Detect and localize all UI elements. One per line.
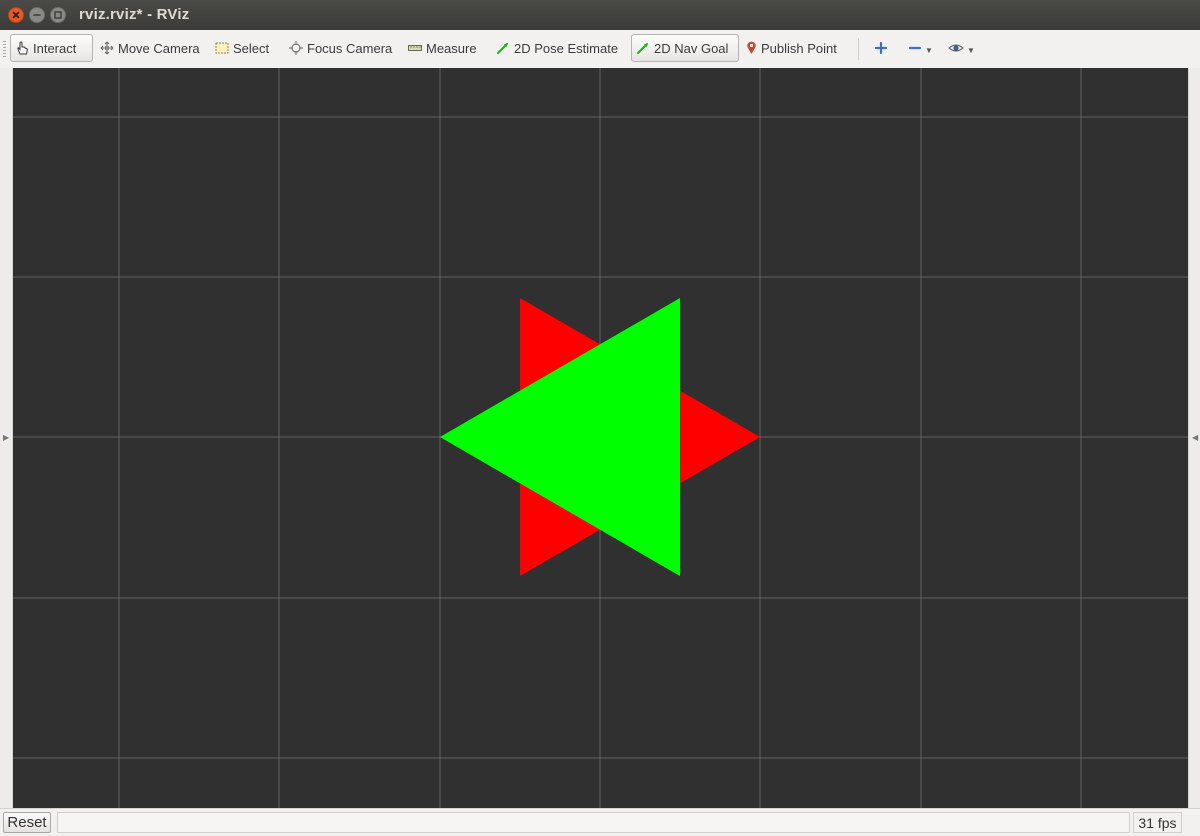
green-arrow-icon [636, 41, 650, 55]
tool-2d-nav-goal[interactable]: 2D Nav Goal [631, 34, 739, 62]
focus-camera-icon [289, 41, 303, 55]
chevron-down-icon: ▼ [925, 45, 933, 55]
right-dock-handle[interactable]: ◀ [1188, 68, 1200, 808]
tool-measure-label: Measure [426, 40, 477, 56]
toolbar-grip[interactable] [3, 41, 6, 57]
chevron-down-icon: ▼ [967, 45, 975, 55]
render-canvas[interactable] [13, 68, 1188, 808]
tool-select-label: Select [233, 40, 270, 56]
render-panel: ▶ ◀ [0, 68, 1200, 808]
tool-2d-pose-estimate[interactable]: 2D Pose Estimate [492, 34, 622, 62]
left-dock-handle[interactable]: ▶ [0, 68, 13, 808]
tool-2d-pose-estimate-label: 2D Pose Estimate [514, 40, 619, 56]
status-bar: Reset 31 fps [0, 808, 1200, 836]
select-icon [215, 41, 229, 55]
remove-tool-icon [908, 46, 922, 50]
tools-toolbar: Interact Move Camera Select Focus Camera… [0, 30, 1200, 69]
map-pin-icon [746, 41, 757, 55]
tool-2d-nav-goal-label: 2D Nav Goal [654, 40, 729, 56]
tool-select[interactable]: Select [211, 34, 273, 62]
expand-right-icon: ▶ [3, 433, 10, 442]
add-tool-button[interactable] [874, 39, 888, 57]
close-window-button[interactable] [8, 7, 24, 23]
close-icon [12, 11, 20, 19]
reset-button[interactable]: Reset [3, 812, 51, 833]
toolbar-separator [858, 38, 859, 60]
tool-move-camera[interactable]: Move Camera [96, 34, 204, 62]
tool-interact[interactable]: Interact [10, 34, 93, 62]
tool-publish-point-label: Publish Point [761, 40, 837, 56]
eye-icon [948, 44, 964, 52]
expand-left-icon: ◀ [1192, 433, 1199, 442]
status-message [57, 812, 1130, 833]
hide-tools-button[interactable]: ▼ [948, 39, 975, 57]
remove-tool-button[interactable]: ▼ [908, 39, 933, 57]
add-tool-icon [874, 41, 888, 55]
move-camera-icon [100, 41, 114, 55]
maximize-window-button[interactable] [50, 7, 66, 23]
ruler-icon [408, 41, 422, 55]
fps-counter: 31 fps [1133, 812, 1182, 833]
maximize-icon [54, 11, 62, 19]
window-title: rviz.rviz* - RViz [79, 6, 190, 23]
window-title-bar: rviz.rviz* - RViz [0, 0, 1200, 30]
tool-focus-camera[interactable]: Focus Camera [285, 34, 396, 62]
hand-icon [15, 41, 29, 55]
green-arrow-icon [496, 41, 510, 55]
tool-publish-point[interactable]: Publish Point [742, 34, 841, 62]
tool-focus-camera-label: Focus Camera [307, 40, 393, 56]
tool-move-camera-label: Move Camera [118, 40, 200, 56]
tool-interact-label: Interact [33, 40, 77, 56]
3d-view[interactable] [13, 68, 1188, 808]
minimize-icon [33, 14, 41, 16]
tool-measure[interactable]: Measure [404, 34, 481, 62]
minimize-window-button[interactable] [29, 7, 45, 23]
